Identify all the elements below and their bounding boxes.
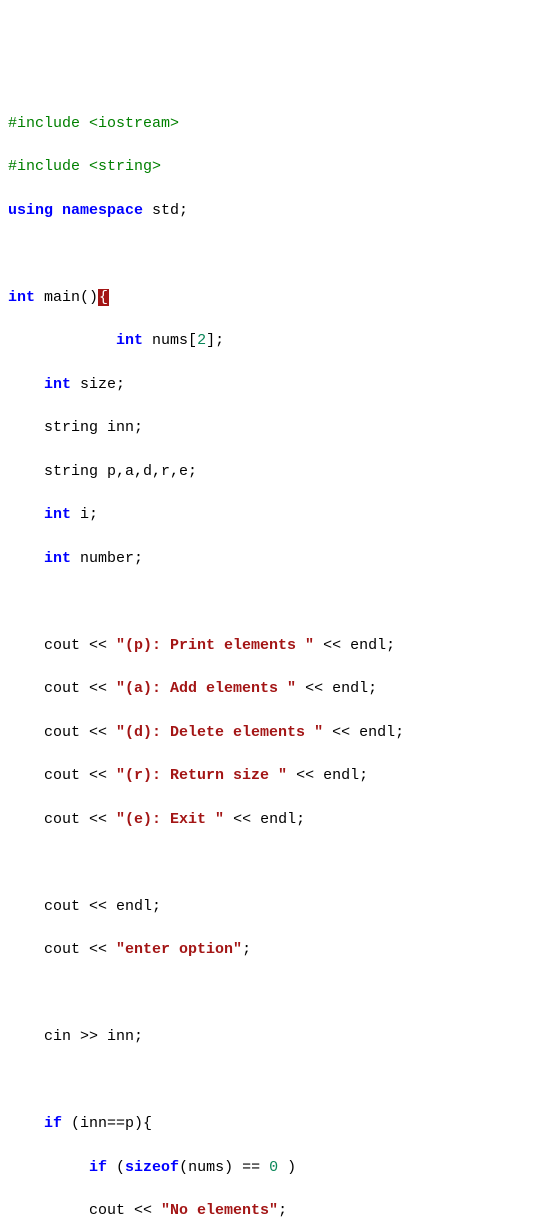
keyword: int [116,332,143,349]
indent [8,941,44,958]
code-text: i; [71,506,98,523]
code-line [8,983,531,1005]
code-line: string p,a,d,r,e; [8,461,531,483]
code-line: #include <string> [8,156,531,178]
indent [8,811,44,828]
string-literal: "(e): Exit " [116,811,224,828]
code-line: cout << "(p): Print elements " << endl; [8,635,531,657]
indent [8,1159,89,1176]
indent [8,680,44,697]
indent [8,1115,44,1132]
keyword: sizeof [125,1159,179,1176]
code-text: nums[ [143,332,197,349]
code-line: cin >> inn; [8,1026,531,1048]
code-text: cout << [44,680,116,697]
preprocessor: #include <string> [8,158,161,175]
code-line [8,243,531,265]
code-text: size; [71,376,125,393]
code-text: cout << [44,724,116,741]
code-line: int nums[2]; [8,330,531,352]
indent [8,767,44,784]
indent [8,898,44,915]
indent [8,637,44,654]
code-text: string p,a,d,r,e; [44,463,197,480]
code-text: cout << endl; [44,898,161,915]
code-text: main() [35,289,98,306]
code-text: (nums) == [179,1159,269,1176]
code-line: cout << "(r): Return size " << endl; [8,765,531,787]
code-line [8,1070,531,1092]
code-line: #include <iostream> [8,113,531,135]
code-text: cin >> inn; [44,1028,143,1045]
string-literal: "enter option" [116,941,242,958]
indent [8,550,44,567]
keyword: int [44,506,71,523]
keyword: if [89,1159,107,1176]
code-line [8,852,531,874]
code-text: ; [242,941,251,958]
indent [8,724,44,741]
code-line: if (inn==p){ [8,1113,531,1135]
keyword: int [44,376,71,393]
code-line: int number; [8,548,531,570]
number: 0 [269,1159,278,1176]
code-line: cout << "(d): Delete elements " << endl; [8,722,531,744]
keyword: using [8,202,53,219]
code-editor[interactable]: #include <iostream> #include <string> us… [8,91,531,1226]
string-literal: "(r): Return size " [116,767,287,784]
code-text: ; [278,1202,287,1219]
code-line: cout << "(e): Exit " << endl; [8,809,531,831]
keyword: namespace [62,202,143,219]
code-line: cout << "No elements"; [8,1200,531,1222]
code-line: string inn; [8,417,531,439]
code-text: number; [71,550,143,567]
code-line: int main(){ [8,287,531,309]
code-line: int i; [8,504,531,526]
code-text: string inn; [44,419,143,436]
indent [8,332,116,349]
code-text: << endl; [287,767,368,784]
indent [8,419,44,436]
keyword: if [44,1115,62,1132]
code-text: ) [278,1159,296,1176]
indent [8,463,44,480]
indent [8,376,44,393]
code-text: << endl; [314,637,395,654]
code-text: << endl; [224,811,305,828]
cursor: { [98,289,109,306]
code-text: cout << [44,767,116,784]
preprocessor: #include <iostream> [8,115,179,132]
code-text: << endl; [296,680,377,697]
string-literal: "(p): Print elements " [116,637,314,654]
code-text: cout << [44,811,116,828]
indent [8,506,44,523]
code-line [8,591,531,613]
code-text: cout << [89,1202,161,1219]
string-literal: "No elements" [161,1202,278,1219]
code-line: cout << endl; [8,896,531,918]
code-line: int size; [8,374,531,396]
string-literal: "(a): Add elements " [116,680,296,697]
code-line: using namespace std; [8,200,531,222]
keyword: int [8,289,35,306]
indent [8,1202,89,1219]
string-literal: "(d): Delete elements " [116,724,323,741]
indent [8,1028,44,1045]
code-text: ]; [206,332,224,349]
code-line: cout << "(a): Add elements " << endl; [8,678,531,700]
number: 2 [197,332,206,349]
code-text: (inn==p){ [62,1115,152,1132]
code-line: cout << "enter option"; [8,939,531,961]
code-line: if (sizeof(nums) == 0 ) [8,1157,531,1179]
keyword: int [44,550,71,567]
code-text: << endl; [323,724,404,741]
code-text: ( [107,1159,125,1176]
code-text: std; [143,202,188,219]
code-text: cout << [44,941,116,958]
code-text: cout << [44,637,116,654]
